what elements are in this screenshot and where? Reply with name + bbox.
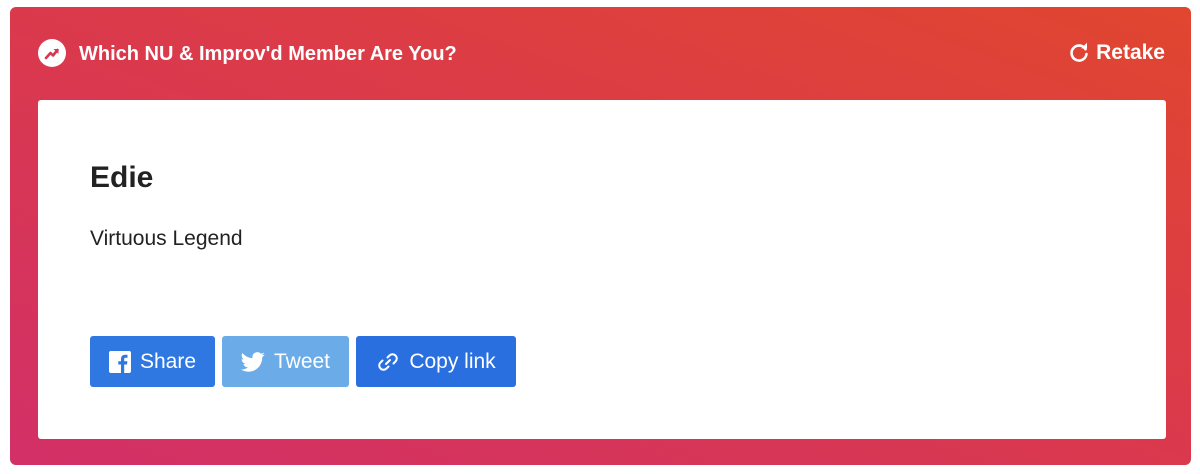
- copy-link-button[interactable]: Copy link: [356, 336, 516, 387]
- result-description: Virtuous Legend: [90, 227, 243, 250]
- facebook-share-label: Share: [139, 349, 197, 373]
- retake-label: Retake: [1096, 41, 1165, 64]
- twitter-tweet-label: Tweet: [273, 349, 331, 373]
- result-content: Edie Virtuous Legend Share Tweet Copy li…: [38, 100, 1166, 439]
- quiz-header: Which NU & Improv'd Member Are You? Reta…: [10, 7, 1191, 99]
- copy-link-label: Copy link: [409, 349, 496, 373]
- twitter-tweet-button[interactable]: Tweet: [222, 336, 349, 387]
- retake-button[interactable]: Retake: [1068, 37, 1165, 69]
- quiz-result-card: Which NU & Improv'd Member Are You? Reta…: [10, 7, 1191, 465]
- facebook-icon: [108, 350, 131, 373]
- quiz-title: Which NU & Improv'd Member Are You?: [79, 43, 457, 65]
- result-name: Edie: [90, 161, 154, 194]
- facebook-share-button[interactable]: Share: [90, 336, 215, 387]
- link-icon: [376, 350, 400, 374]
- trending-arrow-icon: [38, 39, 66, 67]
- refresh-icon: [1068, 42, 1090, 64]
- share-buttons: Share Tweet Copy link: [90, 336, 516, 387]
- page: Which NU & Improv'd Member Are You? Reta…: [0, 0, 1200, 474]
- twitter-icon: [240, 351, 265, 372]
